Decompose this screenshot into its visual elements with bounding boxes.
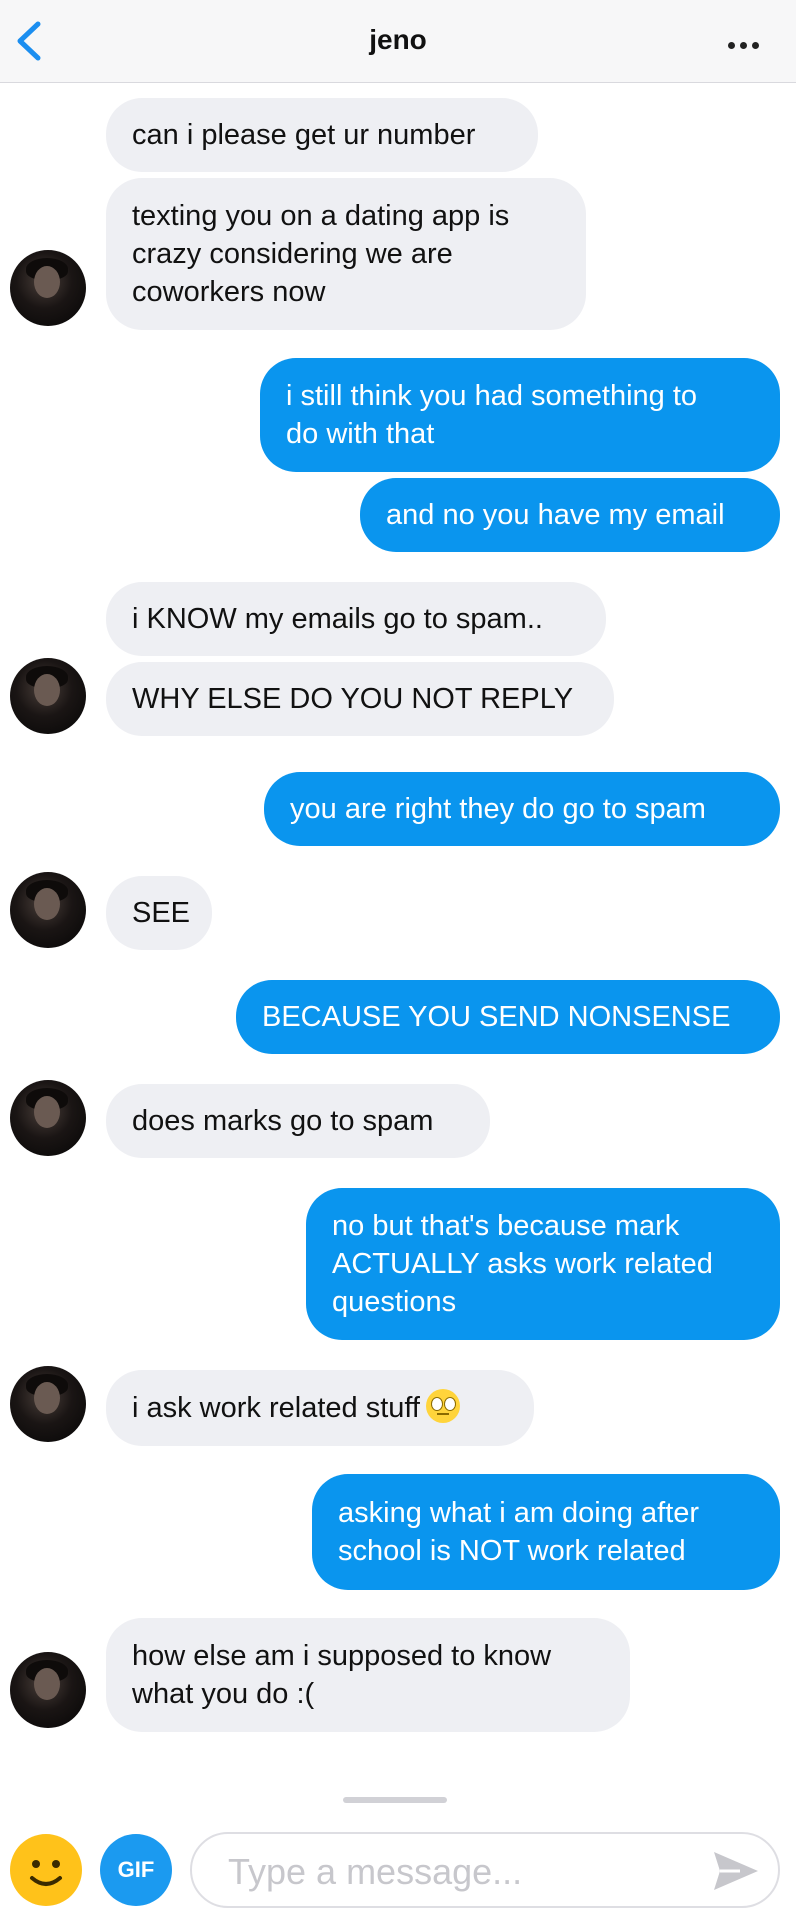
incoming-message: i KNOW my emails go to spam.. xyxy=(106,582,606,656)
avatar[interactable] xyxy=(10,250,86,326)
message-line: can i please get ur number xyxy=(132,119,476,151)
send-icon xyxy=(714,1852,758,1890)
outgoing-message: and no you have my email xyxy=(360,478,780,552)
avatar[interactable] xyxy=(10,1366,86,1442)
message-line: what you do :( xyxy=(132,1678,315,1710)
message-line: BECAUSE YOU SEND NONSENSE xyxy=(262,1001,731,1033)
more-dot xyxy=(752,42,759,49)
message-line: WHY ELSE DO YOU NOT REPLY xyxy=(132,683,574,715)
rolling-eyes-emoji-icon xyxy=(425,1389,460,1424)
incoming-message: texting you on a dating app is crazy con… xyxy=(106,178,586,330)
message-input-container xyxy=(190,1832,780,1908)
incoming-message: does marks go to spam xyxy=(106,1084,490,1158)
message-line: texting you on a dating app is xyxy=(132,200,510,232)
emoji-button[interactable] xyxy=(10,1834,82,1906)
message-line: i KNOW my emails go to spam.. xyxy=(132,603,543,635)
outgoing-message: you are right they do go to spam xyxy=(264,772,780,846)
avatar[interactable] xyxy=(10,658,86,734)
gif-button[interactable]: GIF xyxy=(100,1834,172,1906)
avatar[interactable] xyxy=(10,1652,86,1728)
message-line: ACTUALLY asks work related xyxy=(332,1248,713,1280)
message-line: school is NOT work related xyxy=(338,1535,686,1567)
outgoing-message: asking what i am doing after school is N… xyxy=(312,1474,780,1590)
message-line: coworkers now xyxy=(132,276,326,308)
send-button[interactable] xyxy=(710,1848,762,1894)
outgoing-message: no but that's because mark ACTUALLY asks… xyxy=(306,1188,780,1340)
message-input[interactable] xyxy=(226,1844,700,1900)
message-line: no but that's because mark xyxy=(332,1210,680,1242)
incoming-message: can i please get ur number xyxy=(106,98,538,172)
message-line: SEE xyxy=(132,897,191,929)
message-line: does marks go to spam xyxy=(132,1105,434,1137)
message-line: questions xyxy=(332,1286,457,1318)
message-line: i still think you had something to xyxy=(286,380,698,412)
message-line: i ask work related stuff xyxy=(132,1389,508,1427)
outgoing-message: BECAUSE YOU SEND NONSENSE xyxy=(236,980,780,1054)
message-line: asking what i am doing after xyxy=(338,1497,700,1529)
avatar[interactable] xyxy=(10,1080,86,1156)
avatar[interactable] xyxy=(10,872,86,948)
chat-title: jeno xyxy=(369,24,427,55)
chat-header: jeno xyxy=(0,0,796,83)
smiley-icon xyxy=(30,1860,62,1886)
incoming-message: SEE xyxy=(106,876,212,950)
scroll-handle[interactable] xyxy=(343,1797,447,1803)
more-horizontal-icon xyxy=(728,42,735,49)
message-text: i ask work related stuff xyxy=(132,1392,420,1424)
message-line: how else am i supposed to know xyxy=(132,1640,552,1672)
incoming-message: how else am i supposed to know what you … xyxy=(106,1618,630,1732)
incoming-message: i ask work related stuff xyxy=(106,1370,534,1446)
message-line: do with that xyxy=(286,418,435,450)
incoming-message: WHY ELSE DO YOU NOT REPLY xyxy=(106,662,614,736)
message-line: crazy considering we are xyxy=(132,238,453,270)
more-dot xyxy=(740,42,747,49)
more-options-button[interactable] xyxy=(728,36,768,49)
message-line: you are right they do go to spam xyxy=(290,793,706,825)
outgoing-message: i still think you had something to do wi… xyxy=(260,358,780,472)
message-line: and no you have my email xyxy=(386,499,725,531)
